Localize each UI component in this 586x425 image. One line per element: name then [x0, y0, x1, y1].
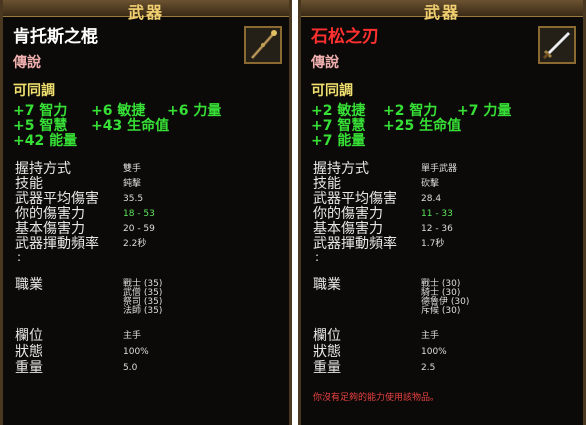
stat-bonus: +7 力量	[457, 103, 512, 119]
grip-label: 握持方式	[15, 161, 71, 177]
your-damage-value: 11 - 33	[421, 209, 453, 219]
stat-bonus: +7 智力	[13, 103, 68, 119]
grip-value: 單手武器	[421, 164, 458, 174]
item-icon-frame	[244, 26, 282, 64]
item-name: 石松之刃	[311, 27, 379, 47]
skill-label: 技能	[15, 176, 43, 192]
stat-bonuses: +2 敏捷 +2 智力 +7 力量 +7 智慧 +25 生命值 +7 能量	[311, 104, 511, 149]
condition-value: 100%	[421, 347, 447, 357]
your-damage-value: 18 - 53	[123, 209, 155, 219]
stat-bonus: +43 生命值	[91, 118, 170, 134]
base-damage-value: 12 - 36	[421, 224, 453, 234]
class-list: 戰士 (35) 武僧 (35) 祭司 (35) 法師 (35)	[123, 280, 162, 316]
weight-label: 重量	[313, 360, 341, 376]
stat-row: +7 智慧 +25 生命值	[311, 119, 511, 134]
header-title: 武器	[127, 3, 164, 22]
your-damage-label: 你的傷害力	[313, 206, 383, 222]
weight-label: 重量	[15, 360, 43, 376]
avg-damage-value: 28.4	[421, 194, 442, 204]
slot-label: 欄位	[15, 328, 43, 344]
base-damage-label: 基本傷害力	[313, 221, 383, 237]
tradable-label: 可同調	[13, 83, 55, 99]
staff-icon	[250, 30, 277, 59]
stat-bonus: +42 能量	[13, 133, 78, 149]
avg-damage-label: 武器平均傷害	[15, 191, 99, 207]
colon-mark: :	[17, 250, 22, 264]
stat-bonus: +2 敏捷	[311, 103, 366, 119]
stat-row: +7 智力 +6 敏捷 +6 力量	[13, 104, 221, 119]
colon-mark: :	[315, 250, 320, 264]
skill-value: 鈍擊	[123, 179, 142, 189]
stat-row: +7 能量	[311, 134, 511, 149]
attack-speed-label: 武器揮動頻率	[15, 236, 99, 252]
header-bar: 武器	[3, 0, 289, 22]
slot-value: 主手	[123, 331, 142, 341]
class-label: 職業	[313, 277, 341, 293]
header-bar: 武器	[301, 0, 583, 22]
stat-bonus: +6 敏捷	[91, 103, 146, 119]
stat-bonuses: +7 智力 +6 敏捷 +6 力量 +5 智慧 +43 生命值 +42 能量	[13, 104, 221, 149]
stat-bonus: +7 能量	[311, 133, 366, 149]
tradable-label: 可同調	[311, 83, 353, 99]
weapon-tooltip-left: 武器 肯托斯之棍 傳說 可同調 +7 智力 +6 敏捷 +6 力量 +5 智慧 +43…	[0, 0, 292, 425]
avg-damage-label: 武器平均傷害	[313, 191, 397, 207]
stat-row: +5 智慧 +43 生命值	[13, 119, 221, 134]
condition-label: 狀態	[15, 344, 43, 360]
grip-label: 握持方式	[313, 161, 369, 177]
stat-row: +42 能量	[13, 134, 221, 149]
rarity-label: 傳說	[13, 55, 41, 71]
rarity-label: 傳說	[311, 55, 339, 71]
slot-value: 主手	[421, 331, 440, 341]
stat-bonus: +6 力量	[167, 103, 222, 119]
requirement-warning: 你沒有足夠的能力使用該物品。	[313, 393, 440, 403]
grip-value: 雙手	[123, 164, 142, 174]
your-damage-label: 你的傷害力	[15, 206, 85, 222]
attack-speed-label: 武器揮動頻率	[313, 236, 397, 252]
skill-label: 技能	[313, 176, 341, 192]
stat-bonus: +25 生命值	[383, 118, 462, 134]
weight-value: 5.0	[123, 363, 138, 373]
stat-row: +2 敏捷 +2 智力 +7 力量	[311, 104, 511, 119]
header-title: 武器	[423, 3, 460, 22]
condition-label: 狀態	[313, 344, 341, 360]
sword-icon	[542, 31, 571, 60]
attack-speed-value: 2.2秒	[123, 239, 147, 249]
attack-speed-value: 1.7秒	[421, 239, 445, 249]
base-damage-value: 20 - 59	[123, 224, 155, 234]
base-damage-label: 基本傷害力	[15, 221, 85, 237]
item-name: 肯托斯之棍	[13, 27, 98, 47]
stat-bonus: +5 智慧	[13, 118, 68, 134]
stat-bonus: +7 智慧	[311, 118, 366, 134]
class-list: 戰士 (30) 騎士 (30) 德魯伊 (30) 斥候 (30)	[421, 280, 469, 316]
weight-value: 2.5	[421, 363, 436, 373]
skill-value: 砍擊	[421, 179, 440, 189]
class-item: 斥候 (30)	[421, 306, 461, 316]
weapon-tooltip-right: 武器 石松之刃 傳說 可同調 +2 敏捷 +2 智力 +7 力量 +7 智慧 +25 …	[298, 0, 586, 425]
item-icon-frame	[538, 26, 576, 64]
stat-bonus: +2 智力	[383, 103, 438, 119]
condition-value: 100%	[123, 347, 149, 357]
class-label: 職業	[15, 277, 43, 293]
class-item: 法師 (35)	[123, 306, 163, 316]
avg-damage-value: 35.5	[123, 194, 144, 204]
slot-label: 欄位	[313, 328, 341, 344]
